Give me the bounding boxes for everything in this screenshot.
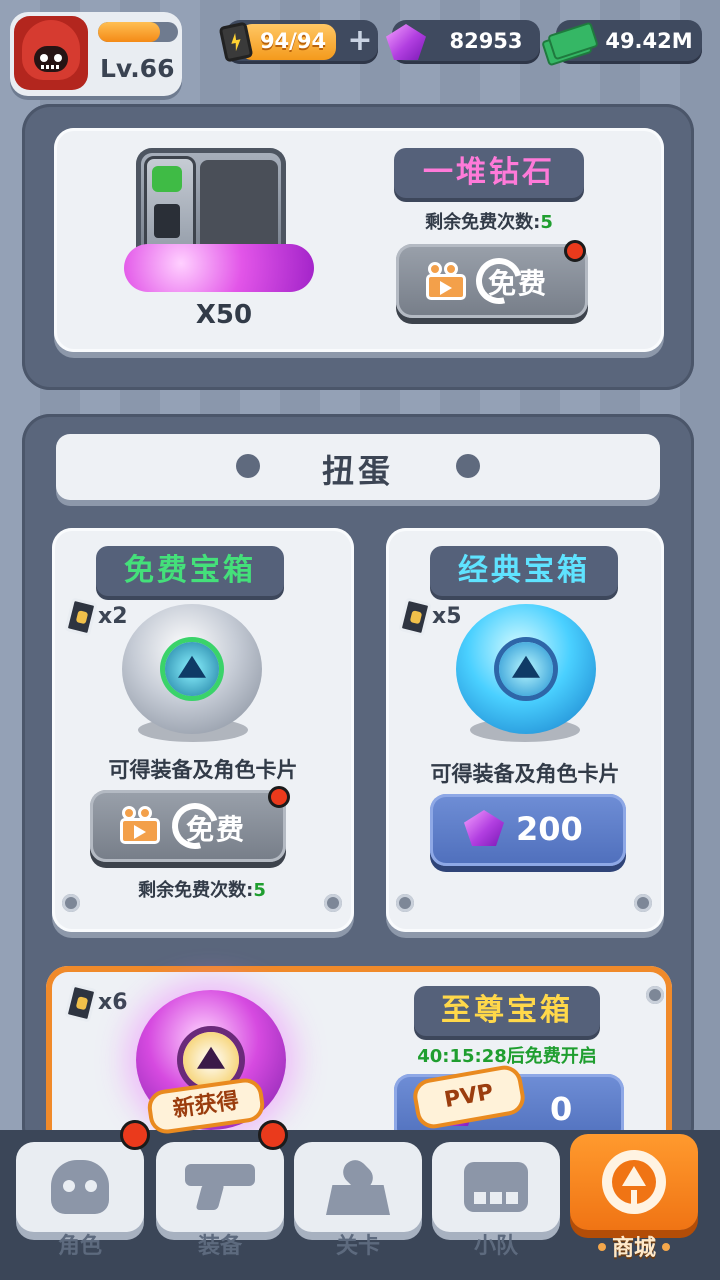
classic-chest-price: 200	[516, 810, 583, 848]
free-chest-orb-icon[interactable]	[122, 604, 262, 734]
avatar[interactable]	[14, 16, 88, 90]
classic-chest-buy-button[interactable]: 200	[430, 794, 626, 866]
energy-counter: 94/94 +	[218, 20, 378, 64]
screw-decoration	[646, 986, 664, 1004]
gun-icon	[185, 1164, 255, 1210]
map-pin-icon	[326, 1155, 390, 1215]
bottom-nav: 角色 新获得 装备 关卡 PVP 小队 商城	[0, 1062, 720, 1280]
classic-chest-title: 经典宝箱	[430, 546, 618, 596]
cash-icon	[541, 21, 599, 67]
skull-icon	[51, 1160, 109, 1214]
skull-card-icon	[64, 597, 98, 637]
nav-tab-character[interactable]	[16, 1142, 144, 1232]
supreme-chest-price: 0	[550, 1090, 573, 1128]
gacha-header: 扭蛋	[56, 434, 660, 500]
gem-value: 82953	[449, 29, 523, 53]
screw-decoration	[324, 894, 342, 912]
shop-icon	[602, 1150, 666, 1214]
diamond-offer-panel: X50 一堆钻石 剩余免费次数:5 免费	[22, 104, 694, 390]
notification-dot	[268, 786, 290, 808]
video-ad-icon	[120, 806, 160, 844]
diamond-quantity: X50	[195, 300, 253, 330]
diamond-remaining-free: 剩余免费次数:5	[384, 208, 594, 234]
remaining-label: 剩余免费次数:	[425, 212, 541, 233]
cash-value: 49.42M	[605, 29, 693, 53]
nav-label-shop: 商城	[570, 1230, 698, 1262]
card-count-value: x2	[98, 604, 128, 629]
classic-chest-orb-icon[interactable]	[456, 604, 596, 734]
team-icon	[464, 1162, 528, 1212]
free-chest-title: 免费宝箱	[96, 546, 284, 596]
nav-tab-team[interactable]	[432, 1142, 560, 1232]
free-chest-remaining: 剩余免费次数:5	[102, 876, 302, 902]
classic-chest-card: 经典宝箱 x5 可得装备及角色卡片 200	[386, 528, 664, 932]
diamond-free-video-button[interactable]: 免费	[396, 244, 588, 318]
supreme-chest-title: 至尊宝箱	[414, 986, 600, 1036]
player-level: Lv.66	[100, 54, 175, 83]
player-profile-card[interactable]: Lv.66	[10, 12, 182, 96]
card-count-value: x6	[98, 990, 128, 1015]
skull-card-icon	[64, 983, 98, 1023]
free-chest-card: 免费宝箱 x2 可得装备及角色卡片 免费 剩余免费次数:5	[52, 528, 354, 932]
gacha-header-title: 扭蛋	[321, 452, 394, 490]
diamond-offer-title: 一堆钻石	[394, 148, 584, 198]
screw-decoration	[634, 894, 652, 912]
cash-counter: 49.42M	[541, 20, 702, 67]
gacha-panel: 扭蛋 免费宝箱 x2 可得装备及角色卡片 免费 剩余免费次数:5 经典宝箱 x5…	[22, 414, 694, 1166]
remaining-count: 5	[540, 212, 553, 233]
nav-label-equipment: 装备	[197, 1234, 242, 1259]
energy-value: 94/94	[259, 29, 327, 53]
nav-tab-equipment[interactable]	[156, 1142, 284, 1232]
nav-label-shop-text: 商城	[611, 1236, 656, 1261]
free-chest-description: 可得装备及角色卡片	[108, 758, 298, 782]
card-count-value: x5	[432, 604, 462, 629]
nav-tab-shop[interactable]	[570, 1134, 698, 1230]
supreme-chest-timer: 40:15:28后免费开启	[417, 1046, 597, 1067]
nav-label-team: 小队	[473, 1234, 518, 1259]
nav-label-stages: 关卡	[335, 1234, 380, 1259]
free-chest-button-label: 免费	[186, 813, 247, 846]
gem-icon	[464, 810, 504, 846]
nav-tab-stages[interactable]	[294, 1142, 422, 1232]
notification-dot	[120, 1120, 150, 1150]
add-energy-button[interactable]: +	[344, 26, 376, 58]
screw-decoration	[396, 894, 414, 912]
classic-chest-description: 可得装备及角色卡片	[430, 762, 620, 786]
remaining-label: 剩余免费次数:	[138, 880, 254, 901]
top-bar: Lv.66 94/94 + 82953 49.42M	[0, 0, 720, 96]
notification-dot	[564, 240, 586, 262]
xp-bar	[98, 22, 178, 42]
notification-dot	[258, 1120, 288, 1150]
xp-bar-fill	[98, 22, 161, 42]
gem-icon	[386, 24, 426, 60]
free-button-label: 免费	[488, 267, 549, 300]
remaining-count: 5	[253, 880, 266, 901]
diamond-offer-card: X50 一堆钻石 剩余免费次数:5 免费	[54, 128, 664, 352]
skull-card-icon	[398, 597, 432, 637]
free-chest-video-button[interactable]: 免费	[90, 790, 286, 862]
video-ad-icon	[426, 262, 466, 300]
screw-decoration	[62, 894, 80, 912]
diamond-safe-icon	[114, 148, 314, 298]
nav-label-character: 角色	[57, 1234, 102, 1259]
gem-counter: 82953	[386, 20, 540, 64]
